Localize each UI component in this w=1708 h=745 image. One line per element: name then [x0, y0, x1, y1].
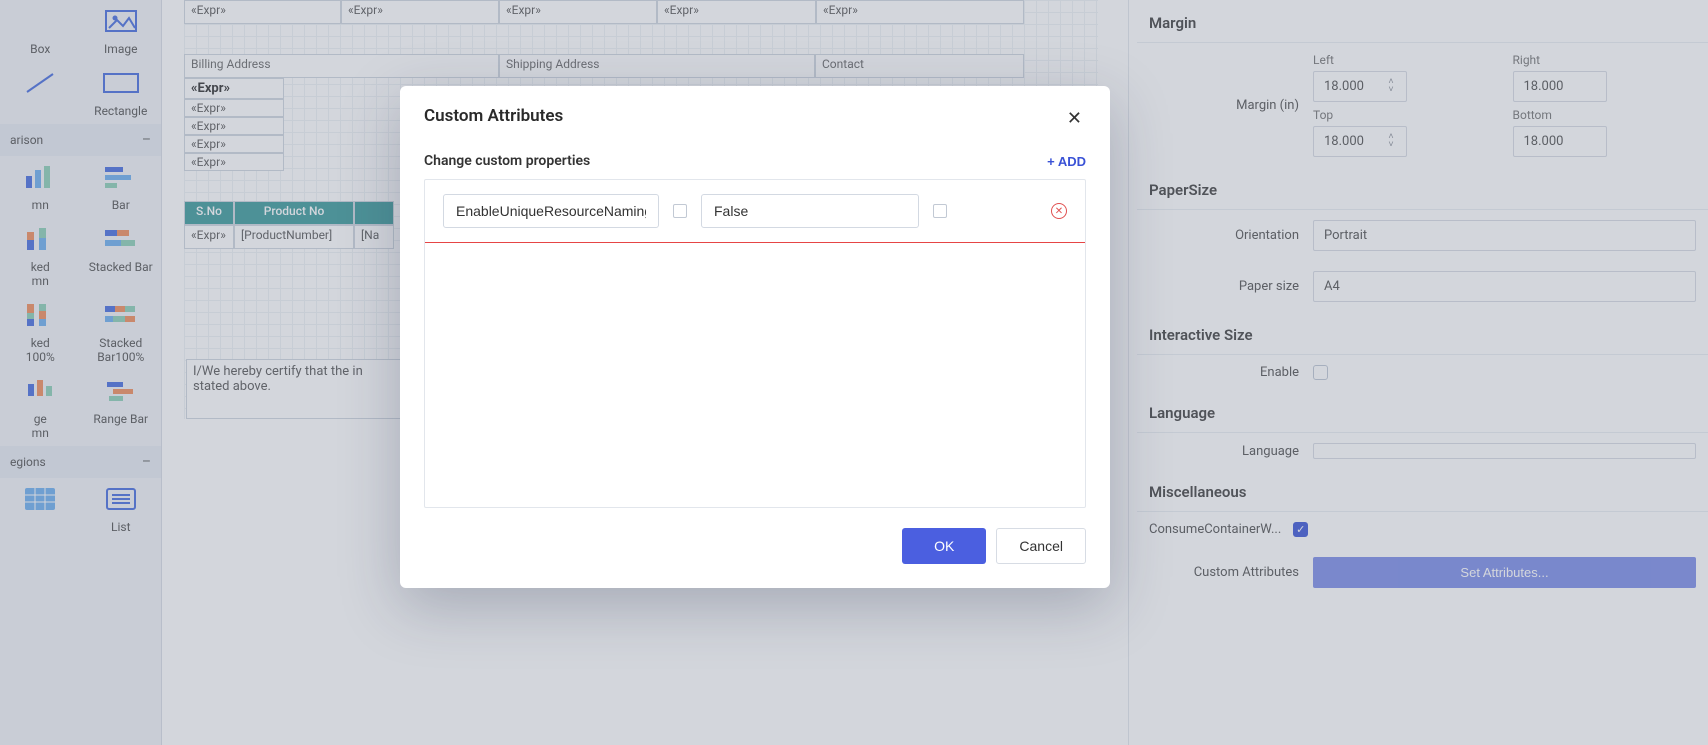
custom-attributes-dialog: Custom Attributes ✕ Change custom proper…	[400, 86, 1110, 588]
delete-icon: ✕	[1055, 206, 1063, 217]
close-icon: ✕	[1067, 108, 1082, 128]
attribute-value-input[interactable]	[701, 194, 919, 228]
ok-button[interactable]: OK	[902, 528, 986, 564]
attribute-value-checkbox[interactable]	[933, 204, 947, 218]
cancel-button[interactable]: Cancel	[996, 528, 1086, 564]
dialog-title: Custom Attributes	[424, 106, 563, 126]
attributes-list: ✕	[424, 179, 1086, 508]
attribute-row: ✕	[424, 179, 1086, 243]
delete-attribute-button[interactable]: ✕	[1051, 203, 1067, 219]
add-button[interactable]: + ADD	[1047, 154, 1086, 169]
attribute-name-input[interactable]	[443, 194, 659, 228]
dialog-subtitle: Change custom properties	[424, 153, 590, 169]
close-button[interactable]: ✕	[1063, 106, 1086, 131]
attribute-name-checkbox[interactable]	[673, 204, 687, 218]
